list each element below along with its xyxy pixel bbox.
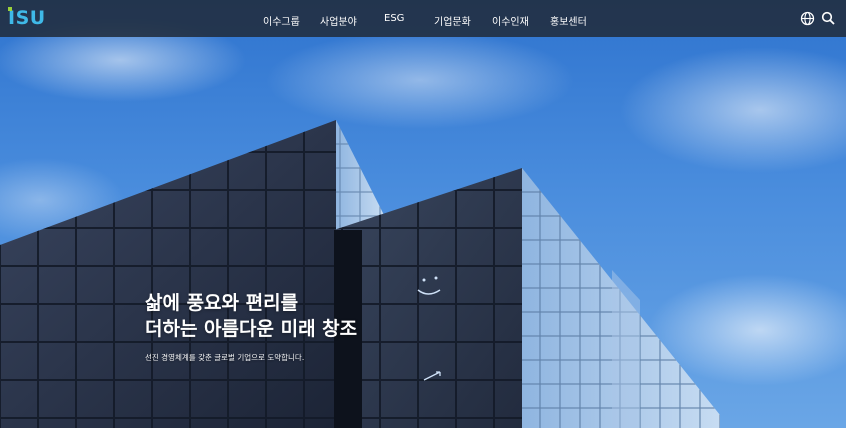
nav-item-pr-center[interactable]: 홍보센터 [550,13,587,28]
hero-background [0,0,846,428]
logo-text: ISU [8,7,46,29]
nav-item-business[interactable]: 사업분야 [320,13,357,28]
globe-icon[interactable] [800,11,815,26]
hero-headline-line-1: 삶에 풍요와 편리를 [145,292,299,314]
building-illustration [0,120,720,428]
nav-item-culture[interactable]: 기업문화 [434,13,471,28]
nav-item-esg[interactable]: ESG [384,13,404,24]
isu-logo[interactable]: ISU [8,7,46,29]
hero-headline-line-2: 더하는 아름다운 미래 창조 [145,318,358,340]
nav-item-talent[interactable]: 이수인재 [492,13,529,28]
logo-dot-icon [8,7,12,11]
hero-copy: 삶에 풍요와 편리를 더하는 아름다운 미래 창조 선진 경영체계를 갖춘 글로… [145,290,357,363]
search-icon[interactable] [821,11,836,26]
top-navigation-bar: ISU 이수그룹 사업분야 ESG 기업문화 이수인재 홍보센터 [0,0,846,37]
hero-subtext: 선진 경영체계를 갖춘 글로벌 기업으로 도약합니다. [145,353,305,362]
nav-item-isu-group[interactable]: 이수그룹 [263,13,300,28]
